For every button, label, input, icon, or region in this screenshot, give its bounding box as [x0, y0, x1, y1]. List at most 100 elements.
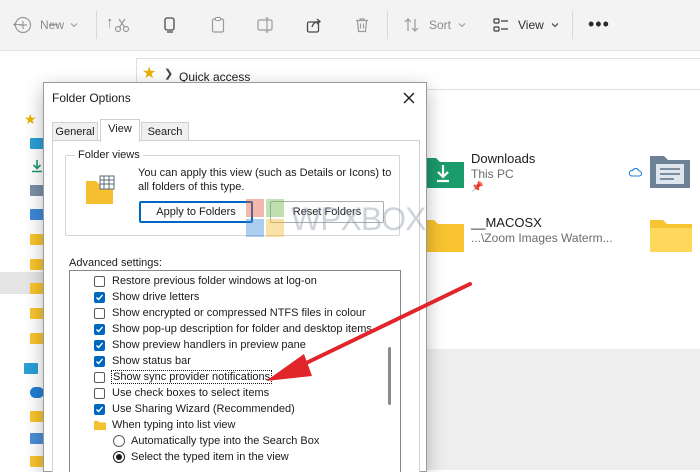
folder-icon[interactable] [30, 411, 44, 422]
documents-folder-icon[interactable] [648, 152, 692, 190]
setting-check-boxes[interactable]: Use check boxes to select items [94, 385, 269, 401]
documents-icon[interactable] [30, 185, 44, 196]
chevron-right-icon[interactable]: ❯ [164, 67, 173, 80]
back-arrow-icon[interactable]: ← [10, 15, 25, 30]
folder-icon [94, 421, 106, 430]
share-button[interactable] [305, 13, 323, 37]
view-button[interactable]: View [492, 13, 560, 37]
checkbox[interactable] [94, 371, 105, 383]
setting-label: Show sync provider notifications [110, 370, 273, 384]
sort-arrows-icon [404, 18, 419, 32]
up-arrow-icon[interactable]: ↑ [106, 15, 114, 30]
checkbox-checked[interactable] [94, 403, 105, 415]
downloads-nav-icon[interactable] [30, 159, 44, 173]
checkbox-checked[interactable] [94, 323, 105, 335]
setting-label: Show drive letters [112, 291, 200, 303]
setting-status-bar[interactable]: Show status bar [94, 353, 191, 369]
setting-label: Use Sharing Wizard (Recommended) [112, 403, 295, 415]
checkbox[interactable] [94, 307, 105, 319]
tab-view[interactable]: View [100, 119, 140, 142]
cloud-icon [628, 167, 642, 177]
chevron-down-icon [458, 23, 466, 28]
folder-views-label: Folder views [75, 149, 143, 161]
copy-icon [164, 17, 175, 33]
folder-icon[interactable] [30, 234, 44, 245]
onedrive-icon[interactable] [30, 387, 44, 398]
setting-sharing-wizard[interactable]: Use Sharing Wizard (Recommended) [94, 401, 295, 417]
clipboard-icon [211, 16, 225, 33]
this-pc-icon[interactable] [30, 433, 44, 444]
setting-preview-handlers[interactable]: Show preview handlers in preview pane [94, 337, 306, 353]
delete-button[interactable] [353, 13, 371, 37]
setting-label: When typing into list view [112, 419, 236, 431]
setting-select-typed-item[interactable]: Select the typed item in the view [113, 449, 289, 465]
setting-label: Show status bar [112, 355, 191, 367]
cut-button[interactable] [113, 13, 131, 37]
computer-icon[interactable] [24, 363, 38, 374]
close-icon [403, 92, 415, 104]
rename-button[interactable] [256, 13, 274, 37]
checkmark-icon [96, 342, 104, 349]
close-button[interactable] [398, 87, 420, 109]
tab-general[interactable]: General [52, 122, 98, 141]
checkmark-icon [96, 358, 104, 365]
sort-button-label: Sort [429, 18, 452, 32]
folder-views-description: You can apply this view (such as Details… [138, 167, 392, 193]
pin-icon: 📌 [471, 182, 484, 193]
sort-button[interactable]: Sort [403, 13, 467, 37]
checkbox-checked[interactable] [94, 339, 105, 351]
paste-button[interactable] [209, 13, 227, 37]
item-title[interactable]: Downloads [471, 151, 535, 166]
setting-restore-windows[interactable]: Restore previous folder windows at log-o… [94, 273, 317, 289]
share-icon [306, 18, 322, 33]
checkmark-icon [96, 406, 104, 413]
desktop-icon[interactable] [30, 138, 44, 149]
folder-icon[interactable] [30, 308, 44, 319]
trash-icon [356, 18, 368, 33]
radio-button[interactable] [113, 435, 125, 447]
setting-popup-description[interactable]: Show pop-up description for folder and d… [94, 321, 372, 337]
radio-button-selected[interactable] [113, 451, 125, 463]
setting-typing-list-view: When typing into list view [94, 417, 236, 433]
content-area-band [425, 349, 700, 470]
checkbox-checked[interactable] [94, 291, 105, 303]
setting-label: Use check boxes to select items [112, 387, 270, 399]
toolbar-separator [572, 11, 573, 39]
setting-type-into-search[interactable]: Automatically type into the Search Box [113, 433, 319, 449]
toolbar-separator [387, 11, 388, 39]
item-title[interactable]: __MACOSX [471, 215, 542, 230]
star-icon: ★ [142, 65, 157, 82]
more-options-icon[interactable]: ••• [588, 15, 610, 33]
chevron-down-icon [70, 23, 78, 28]
folder-options-dialog: Folder Options General View Search Folde… [43, 82, 427, 472]
setting-label: Restore previous folder windows at log-o… [112, 275, 317, 287]
setting-drive-letters[interactable]: Show drive letters [94, 289, 199, 305]
setting-sync-provider-notifications[interactable]: Show sync provider notifications [94, 369, 273, 385]
forward-arrow-icon[interactable]: → [46, 15, 61, 30]
checkbox[interactable] [94, 275, 105, 287]
apply-to-folders-button[interactable]: Apply to Folders [139, 201, 253, 223]
tab-search[interactable]: Search [141, 122, 189, 141]
quick-access-star-icon[interactable]: ★ [24, 112, 37, 126]
setting-ntfs-colour[interactable]: Show encrypted or compressed NTFS files … [94, 305, 366, 321]
item-subtitle: ...\Zoom Images Waterm... [471, 231, 613, 245]
folder-icon[interactable] [30, 259, 44, 270]
setting-label: Automatically type into the Search Box [131, 435, 320, 447]
pictures-icon[interactable] [30, 209, 44, 220]
folder-icon[interactable] [650, 216, 692, 252]
checkmark-icon [96, 294, 104, 301]
copy-button[interactable] [161, 13, 179, 37]
scrollbar-thumb[interactable] [388, 347, 391, 405]
folder-icon[interactable] [30, 283, 44, 294]
setting-label: Show encrypted or compressed NTFS files … [112, 307, 366, 319]
setting-label: Show pop-up description for folder and d… [112, 323, 372, 335]
checkbox-checked[interactable] [94, 355, 105, 367]
advanced-settings-label: Advanced settings: [69, 257, 162, 269]
view-button-label: View [518, 18, 544, 32]
folder-icon[interactable] [30, 456, 44, 467]
watermark-logo-icon [246, 199, 284, 237]
checkbox[interactable] [94, 387, 105, 399]
chevron-down-icon [551, 23, 559, 28]
folder-icon[interactable] [30, 333, 44, 344]
setting-label: Select the typed item in the view [131, 451, 289, 463]
